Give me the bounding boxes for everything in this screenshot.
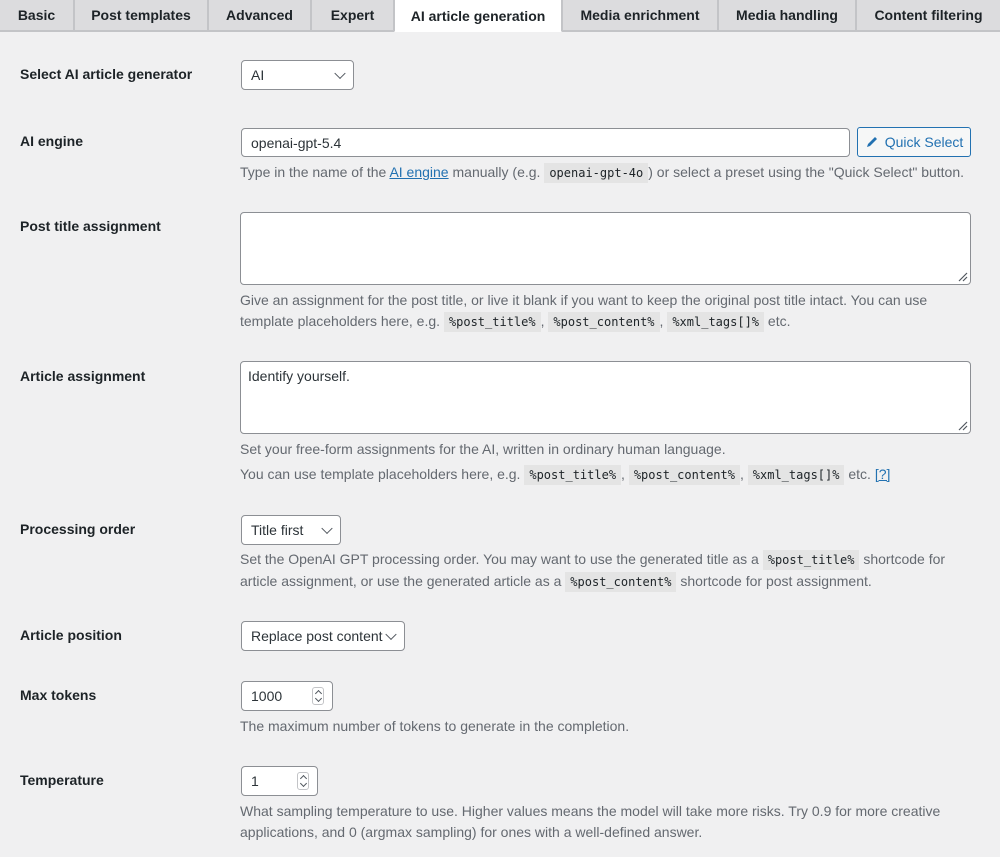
generator-label: Select AI article generator (20, 66, 193, 82)
chevron-down-icon (334, 67, 346, 80)
processing-order-label: Processing order (20, 521, 136, 537)
temperature-value: 1 (251, 773, 259, 789)
settings-tabs: Basic Post templates Advanced Expert AI … (0, 0, 1000, 32)
tab-content-filtering[interactable]: Content filtering (856, 0, 1000, 31)
tab-expert[interactable]: Expert (311, 0, 394, 31)
title-assignment-textarea[interactable] (240, 212, 971, 285)
temperature-input[interactable]: 1 (241, 766, 318, 796)
tab-media-handling[interactable]: Media handling (718, 0, 856, 31)
placeholder-code: %post_content% (565, 572, 677, 592)
processing-desc-text-4: shortcode for post assignment. (680, 573, 872, 589)
placeholder-code: %post_title% (524, 465, 622, 485)
temperature-desc-1: What sampling temperature to use. Higher… (240, 803, 941, 819)
processing-desc-text-2: shortcode for (863, 551, 946, 567)
pencil-icon (866, 137, 877, 147)
chevron-down-icon (321, 522, 333, 535)
resize-grip-icon[interactable] (956, 270, 968, 282)
processing-order-desc-1: Set the OpenAI GPT processing order. You… (240, 549, 945, 571)
temperature-desc-2: applications, and 0 (argmax sampling) fo… (240, 824, 703, 840)
resize-grip-icon[interactable] (956, 419, 968, 431)
max-tokens-desc: The maximum number of tokens to generate… (240, 718, 630, 734)
generator-select[interactable]: AI (241, 60, 354, 90)
article-position-select[interactable]: Replace post content (241, 621, 405, 651)
temperature-label: Temperature (20, 772, 104, 788)
tab-post-templates[interactable]: Post templates (74, 0, 208, 31)
article-assignment-label: Article assignment (20, 368, 146, 384)
placeholder-code: %post_title% (443, 312, 541, 332)
article-assignment-textarea[interactable]: Identify yourself. (240, 361, 971, 434)
article-assignment-desc-1: Set your free-form assignments for the A… (240, 441, 726, 457)
placeholder-code: %xml_tags[]% (667, 312, 765, 332)
engine-desc-text: Type in the name of the (240, 164, 390, 180)
article-assignment-value: Identify yourself. (248, 368, 350, 384)
engine-desc-text-3: ) or select a preset using the "Quick Se… (648, 164, 965, 180)
processing-desc-text-3: article assignment, or use the generated… (240, 573, 562, 589)
article-assignment-desc-2: You can use template placeholders here, … (240, 464, 890, 486)
tab-media-enrichment[interactable]: Media enrichment (562, 0, 718, 31)
quick-select-label: Quick Select (884, 134, 964, 150)
processing-order-desc-2: article assignment, or use the generated… (240, 571, 872, 593)
engine-input[interactable]: openai-gpt-5.4 (241, 128, 850, 157)
title-assignment-desc-1: Give an assignment for the post title, o… (240, 292, 928, 308)
max-tokens-input[interactable]: 1000 (241, 681, 333, 711)
generator-select-value: AI (251, 67, 265, 83)
placeholder-code: %xml_tags[]% (747, 465, 845, 485)
max-tokens-value: 1000 (251, 688, 283, 704)
tab-ai-article-generation[interactable]: AI article generation (394, 0, 562, 32)
ai-engine-link[interactable]: AI engine (389, 164, 448, 180)
placeholder-code: %post_title% (762, 550, 860, 570)
processing-order-value: Title first (251, 522, 304, 538)
article-desc-text: You can use template placeholders here, … (240, 466, 521, 482)
engine-example-code: openai-gpt-4o (544, 163, 649, 183)
article-position-value: Replace post content (251, 628, 383, 644)
placeholder-code: %post_content% (628, 465, 740, 485)
tab-advanced[interactable]: Advanced (208, 0, 311, 31)
tab-basic[interactable]: Basic (0, 0, 74, 31)
engine-desc-text-2: manually (e.g. (448, 164, 545, 180)
processing-desc-text: Set the OpenAI GPT processing order. You… (240, 551, 759, 567)
article-position-label: Article position (20, 627, 122, 643)
title-assignment-label: Post title assignment (20, 218, 161, 234)
max-tokens-label: Max tokens (20, 687, 97, 703)
title-desc-tail: etc. (767, 313, 791, 329)
engine-input-value: openai-gpt-5.4 (251, 134, 342, 151)
spinner-icon[interactable] (312, 687, 324, 705)
spinner-icon[interactable] (297, 772, 309, 790)
help-link[interactable]: [?] (875, 466, 891, 482)
processing-order-select[interactable]: Title first (241, 515, 341, 545)
title-assignment-desc-2: template placeholders here, e.g. %post_t… (240, 311, 791, 333)
article-desc-tail: etc. (848, 466, 871, 482)
engine-description: Type in the name of the AI engine manual… (240, 162, 964, 184)
placeholder-code: %post_content% (548, 312, 660, 332)
quick-select-button[interactable]: Quick Select (857, 127, 971, 157)
chevron-down-icon (385, 628, 397, 641)
engine-label: AI engine (20, 133, 84, 149)
title-desc-text: template placeholders here, e.g. (240, 313, 441, 329)
